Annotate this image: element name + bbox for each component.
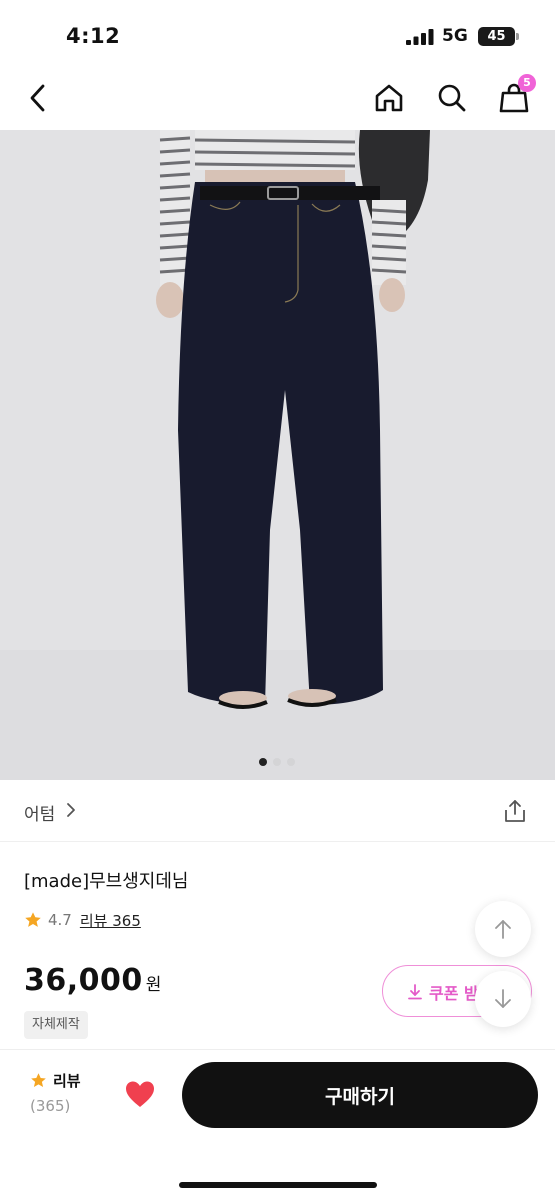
arrow-up-icon (495, 920, 511, 939)
product-tag-badge: 자체제작 (24, 1011, 88, 1039)
cart-count-badge: 5 (518, 74, 536, 92)
scroll-bottom-button[interactable] (475, 971, 531, 1027)
chevron-left-icon (30, 84, 45, 112)
product-name: [made]무브생지데님 (24, 871, 189, 892)
network-label: 5G (442, 26, 468, 46)
battery-icon: 45 (478, 27, 519, 46)
battery-level: 45 (487, 29, 506, 44)
arrow-down-icon (495, 989, 511, 1008)
review-link[interactable]: 리뷰 365 (80, 910, 141, 931)
star-icon (31, 1073, 46, 1087)
home-icon (375, 84, 403, 112)
status-bar: 4:12 5G 45 (0, 0, 555, 66)
back-button[interactable] (18, 78, 58, 118)
download-icon (408, 984, 422, 1000)
coupon-label: 쿠폰 받 (429, 984, 479, 1003)
bottom-action-bar: 리뷰 (365) 구매하기 (0, 1049, 555, 1200)
rating-row: 4.7 리뷰 365 (24, 909, 141, 931)
buy-button[interactable]: 구매하기 (182, 1062, 538, 1128)
signal-icon (406, 29, 434, 45)
top-nav: 5 (0, 66, 555, 130)
rating-value: 4.7 (48, 911, 72, 929)
product-image-carousel[interactable] (0, 130, 555, 780)
review-count: (365) (30, 1097, 71, 1115)
brand-name[interactable]: 어텀 (24, 800, 55, 825)
currency: 원 (145, 975, 162, 995)
review-label: 리뷰 (53, 1072, 81, 1090)
review-summary[interactable]: 리뷰 (365) (30, 1070, 110, 1115)
chevron-right-icon (67, 803, 75, 817)
carousel-dot (259, 758, 267, 766)
heart-icon[interactable] (124, 1079, 156, 1109)
price: 36,000 (24, 963, 143, 998)
search-button[interactable] (432, 78, 472, 118)
carousel-dot (273, 758, 281, 766)
star-icon (25, 912, 41, 927)
status-time: 4:12 (66, 24, 121, 48)
cart-button[interactable]: 5 (494, 74, 536, 118)
home-indicator (179, 1182, 377, 1188)
home-button[interactable] (369, 78, 409, 118)
price-row: 36,000 원 (24, 963, 161, 998)
carousel-dot (287, 758, 295, 766)
carousel-indicator (259, 758, 295, 766)
product-photo (0, 130, 555, 780)
share-icon[interactable] (502, 798, 528, 824)
brand-row[interactable]: 어텀 (0, 780, 555, 842)
scroll-top-button[interactable] (475, 901, 531, 957)
search-icon (438, 84, 466, 112)
